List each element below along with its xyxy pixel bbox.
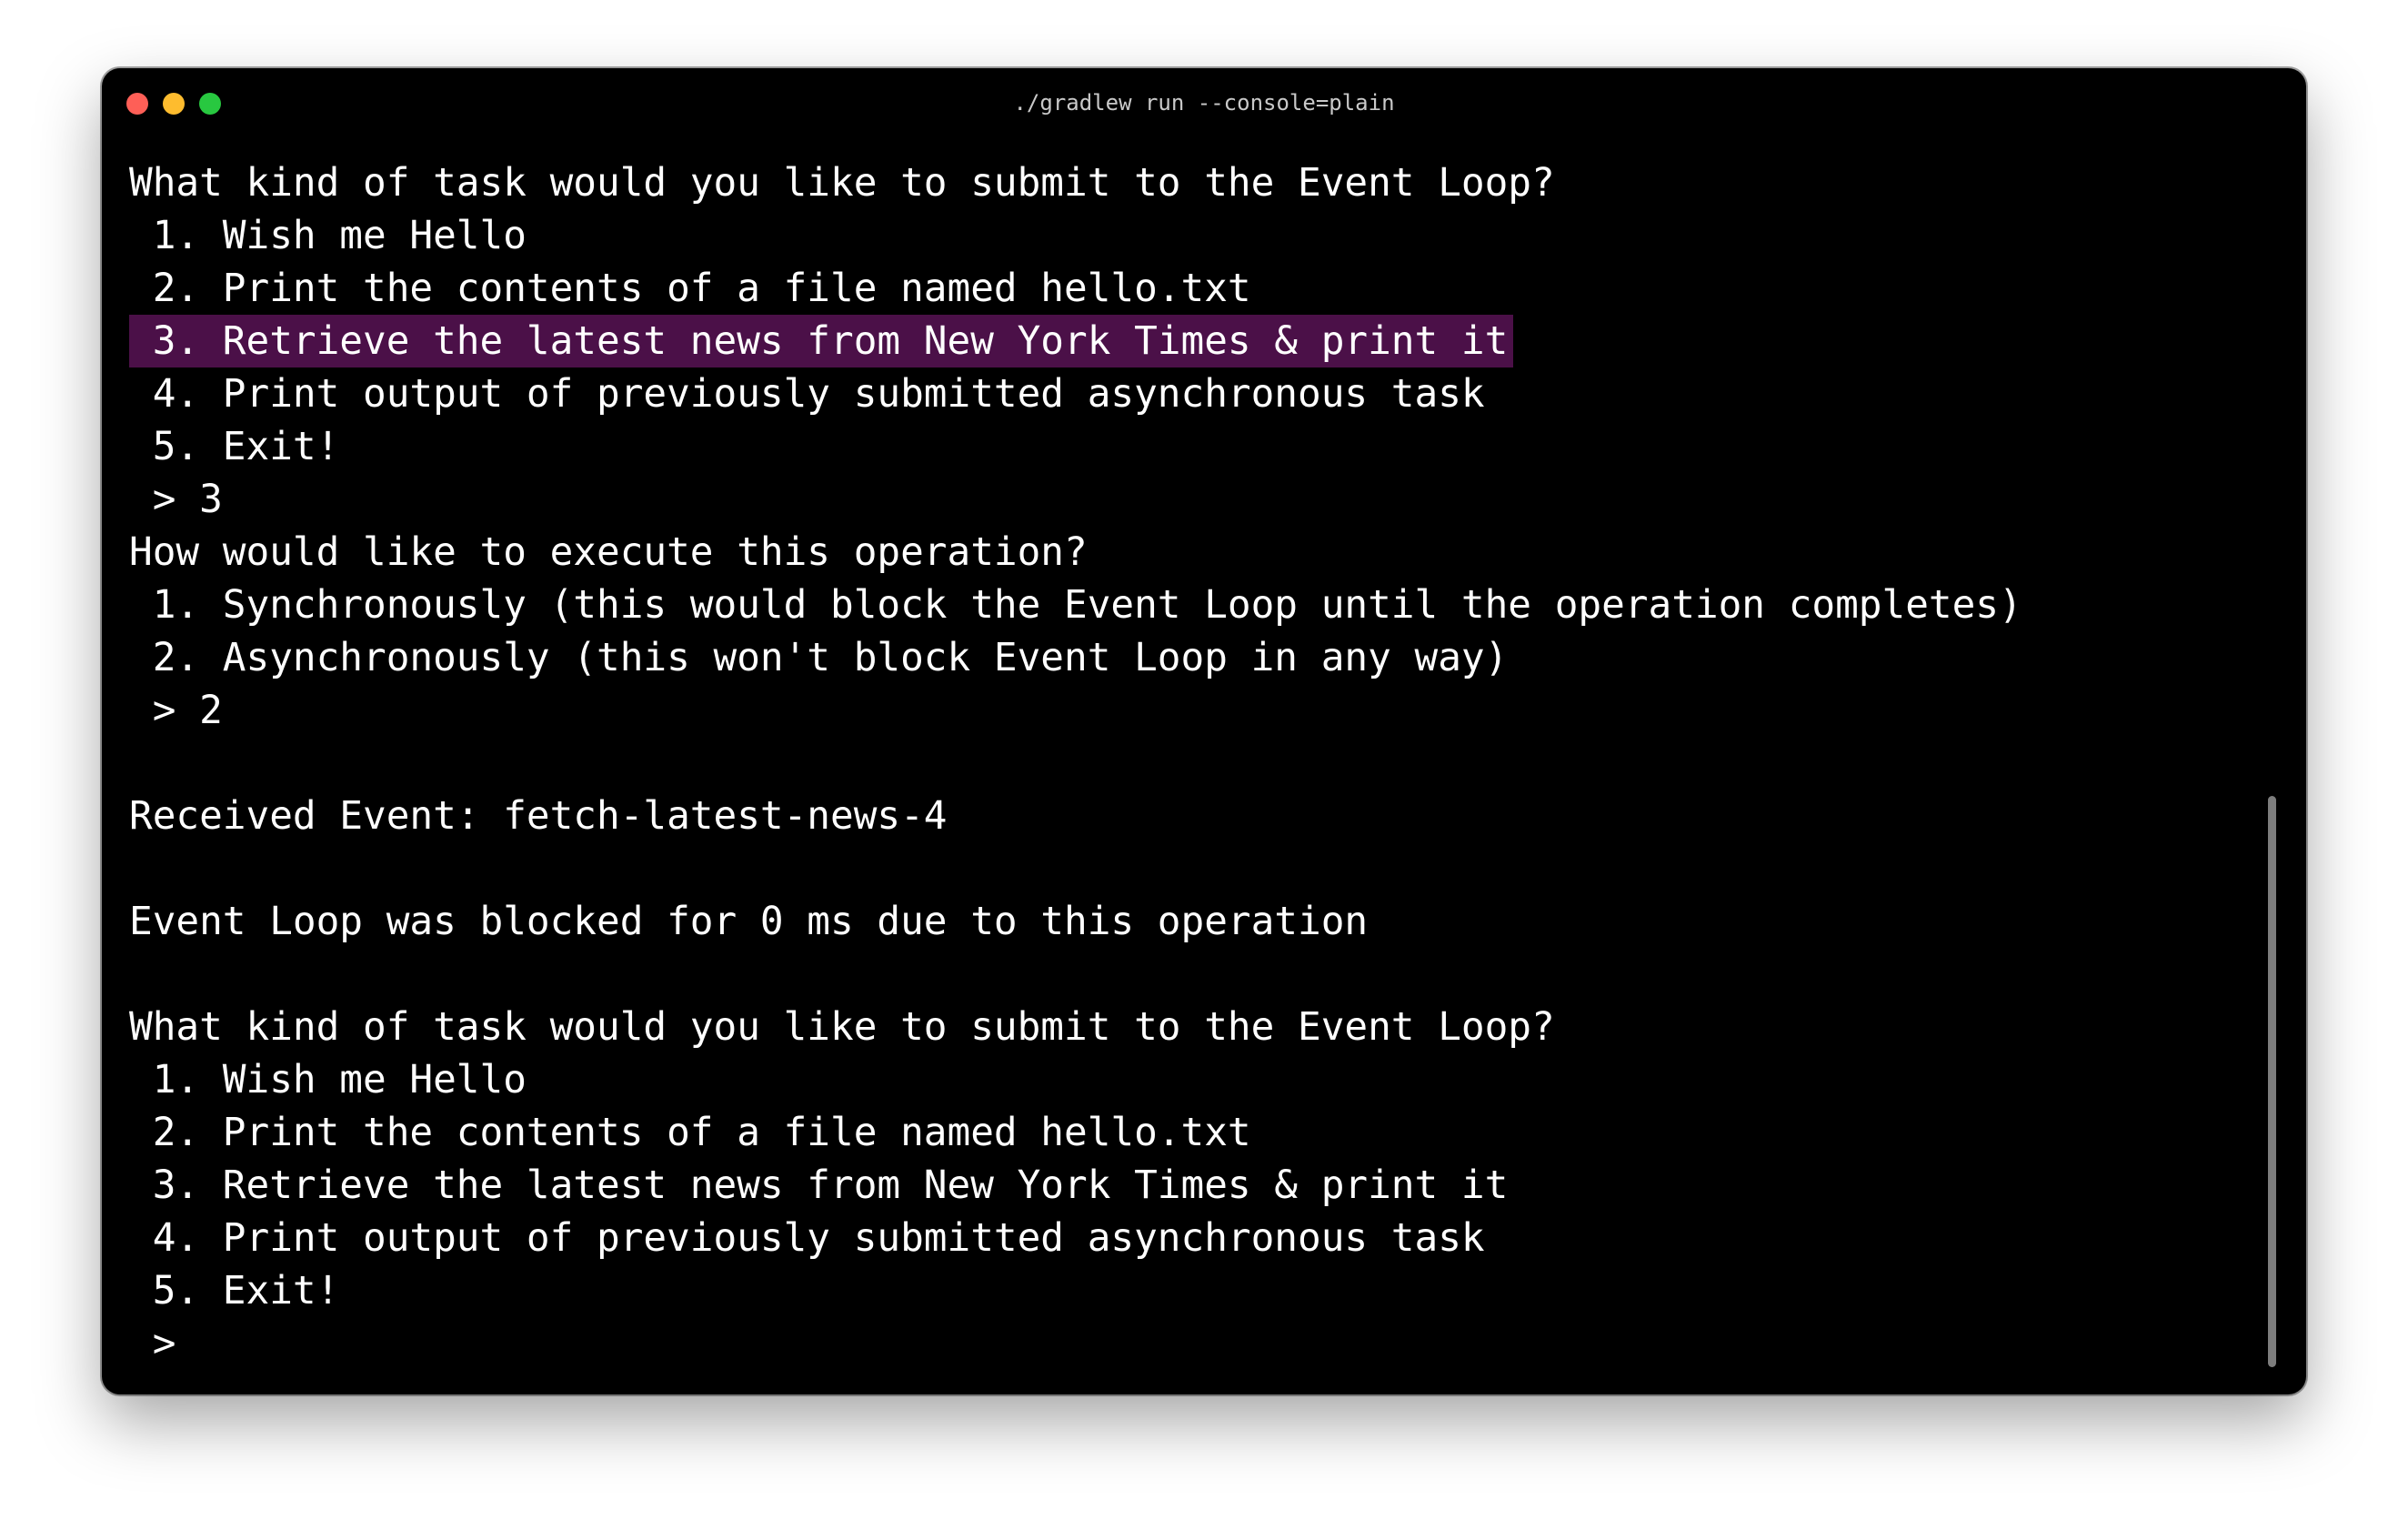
menu-option-2: 2. Print the contents of a file named he… [129, 1110, 1251, 1155]
menu-option-5: 5. Exit! [129, 424, 340, 469]
terminal-output[interactable]: What kind of task would you like to subm… [129, 156, 2252, 1370]
selected-menu-option-3[interactable]: 3. Retrieve the latest news from New Yor… [129, 315, 2252, 367]
menu-prompt: What kind of task would you like to subm… [129, 1004, 1555, 1050]
title-bar[interactable]: ./gradlew run --console=plain [102, 68, 2306, 139]
input-prompt[interactable]: > [129, 1317, 2252, 1370]
execution-prompt: How would like to execute this operation… [129, 529, 1088, 575]
terminal-window[interactable]: ./gradlew run --console=plain What kind … [102, 68, 2306, 1394]
menu-prompt: What kind of task would you like to subm… [129, 160, 1555, 206]
menu-option-3: 3. Retrieve the latest news from New Yor… [129, 1163, 1509, 1208]
menu-option-5: 5. Exit! [129, 1268, 340, 1314]
received-event-line: Received Event: fetch-latest-news-4 [129, 793, 948, 839]
menu-option-4: 4. Print output of previously submitted … [129, 371, 1485, 417]
selected-text[interactable]: 3. Retrieve the latest news from New Yor… [129, 315, 1514, 367]
window-title: ./gradlew run --console=plain [1013, 90, 1395, 116]
user-input-line: > 3 [129, 477, 223, 522]
execution-option-1: 1. Synchronously (this would block the E… [129, 582, 2022, 628]
user-input-line: > 2 [129, 688, 223, 733]
menu-option-1: 1. Wish me Hello [129, 1057, 527, 1102]
menu-option-1: 1. Wish me Hello [129, 213, 527, 258]
vertical-scrollbar[interactable] [2268, 796, 2276, 1367]
blocked-time-line: Event Loop was blocked for 0 ms due to t… [129, 899, 1369, 944]
execution-option-2: 2. Asynchronously (this won't block Even… [129, 635, 1509, 680]
menu-option-2: 2. Print the contents of a file named he… [129, 266, 1251, 311]
menu-option-4: 4. Print output of previously submitted … [129, 1215, 1485, 1261]
